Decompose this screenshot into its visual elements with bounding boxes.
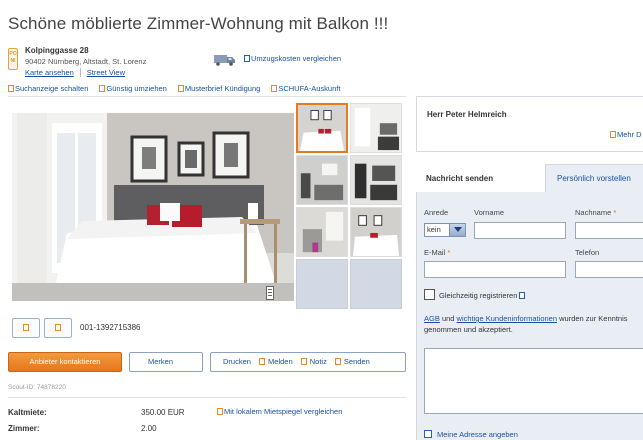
thumbnail[interactable] bbox=[350, 103, 402, 153]
thumbnail[interactable] bbox=[350, 207, 402, 257]
link-icon bbox=[244, 55, 250, 62]
adresse-checkbox[interactable] bbox=[424, 430, 432, 438]
agb-link[interactable]: AGB bbox=[424, 314, 440, 323]
contact-name: Herr Peter Helmreich bbox=[427, 110, 507, 119]
prev-image-button[interactable] bbox=[12, 318, 40, 338]
info-icon[interactable] bbox=[519, 292, 526, 299]
contact-provider-button[interactable]: Anbieter kontaktieren bbox=[8, 352, 122, 372]
link-icon bbox=[99, 85, 106, 92]
merken-button[interactable]: Merken bbox=[129, 352, 203, 372]
kaltmiete-label: Kaltmiete: bbox=[8, 408, 47, 417]
notiz-button[interactable]: Notiz bbox=[300, 353, 327, 371]
link-icon bbox=[8, 85, 14, 92]
truck-icon bbox=[214, 55, 235, 66]
email-input[interactable] bbox=[424, 261, 566, 278]
link-icon bbox=[271, 85, 278, 92]
mehr-link[interactable]: Mehr D bbox=[610, 130, 642, 139]
divider bbox=[8, 96, 406, 97]
register-label: Gleichzeitig registrieren bbox=[439, 291, 526, 300]
kundeninformationen-link[interactable]: wichtige Kundeninformationen bbox=[457, 314, 557, 323]
top-links: Suchanzeige schalten Günstig umziehen Mu… bbox=[8, 84, 340, 93]
agb-text: AGB und wichtige Kundeninformationen wur… bbox=[424, 314, 628, 334]
zimmer-label: Zimmer: bbox=[8, 424, 40, 433]
thumbnail-placeholder bbox=[350, 259, 402, 309]
telefon-label: Telefon bbox=[575, 248, 600, 257]
mietspiegel-link[interactable]: Mit lokalem Mietspiegel vergleichen bbox=[217, 407, 342, 416]
scout-id: Scout-ID: 74878220 bbox=[8, 384, 66, 391]
listing-number: 001-1392715386 bbox=[80, 323, 141, 332]
contact-panel bbox=[416, 96, 643, 152]
adresse-label[interactable]: Meine Adresse angeben bbox=[437, 430, 518, 439]
location-pin-icon: PO NI bbox=[8, 48, 18, 70]
drucken-button[interactable]: Drucken bbox=[223, 353, 251, 371]
flag-icon bbox=[258, 358, 265, 365]
address-city: 90402 Nürnberg, Altstadt, St. Lorenz bbox=[25, 57, 147, 66]
expand-icon[interactable] bbox=[266, 286, 274, 300]
anrede-select[interactable]: kein bbox=[424, 223, 466, 237]
address-links: Karte ansehen Street View bbox=[25, 68, 125, 77]
note-icon bbox=[300, 358, 307, 365]
nachname-label: Nachname * bbox=[575, 208, 617, 217]
vorname-label: Vorname bbox=[474, 208, 505, 217]
tab-nachricht-senden[interactable]: Nachricht senden bbox=[416, 164, 546, 192]
musterbrief-link[interactable]: Musterbrief Kündigung bbox=[177, 84, 260, 93]
page-title: Schöne möblierte Zimmer-Wohnung mit Balk… bbox=[8, 14, 389, 33]
link-icon bbox=[217, 408, 223, 415]
thumbnail[interactable] bbox=[296, 155, 348, 205]
kaltmiete-value: 350.00 EUR bbox=[141, 408, 185, 417]
schufa-link[interactable]: SCHUFA-Auskunft bbox=[271, 84, 340, 93]
thumbnail[interactable] bbox=[296, 103, 348, 153]
thumbnail[interactable] bbox=[296, 207, 348, 257]
link-icon bbox=[177, 85, 184, 92]
street-view-link[interactable]: Street View bbox=[87, 68, 125, 77]
main-photo[interactable] bbox=[12, 113, 294, 301]
umzugskosten-link[interactable]: Umzugskosten vergleichen bbox=[244, 54, 341, 63]
next-icon bbox=[55, 324, 61, 331]
map-link[interactable]: Karte ansehen bbox=[25, 68, 74, 77]
next-image-button[interactable] bbox=[44, 318, 72, 338]
telefon-input[interactable] bbox=[575, 261, 643, 278]
thumbnail-grid bbox=[296, 103, 404, 309]
suchanzeige-link[interactable]: Suchanzeige schalten bbox=[8, 84, 88, 93]
link-divider bbox=[79, 68, 81, 77]
thumbnail-placeholder bbox=[296, 259, 348, 309]
link-icon bbox=[610, 131, 616, 138]
address-street: Kolpinggasse 28 bbox=[25, 46, 89, 55]
action-bar: Drucken Melden Notiz Senden bbox=[210, 352, 406, 372]
email-label: E-Mail * bbox=[424, 248, 451, 257]
umziehen-link[interactable]: Günstig umziehen bbox=[99, 84, 167, 93]
message-textarea[interactable] bbox=[424, 348, 643, 414]
tab-persoenlich-vorstellen[interactable]: Persönlich vorstellen bbox=[557, 174, 631, 183]
melden-button[interactable]: Melden bbox=[258, 353, 293, 371]
zimmer-value: 2.00 bbox=[141, 424, 157, 433]
mail-icon bbox=[334, 358, 341, 365]
vorname-input[interactable] bbox=[474, 222, 566, 239]
divider bbox=[8, 397, 406, 398]
register-checkbox[interactable] bbox=[424, 289, 435, 300]
senden-button[interactable]: Senden bbox=[334, 353, 370, 371]
anrede-label: Anrede bbox=[424, 208, 449, 217]
thumbnail[interactable] bbox=[350, 155, 402, 205]
chevron-down-icon bbox=[449, 224, 465, 236]
nachname-input[interactable] bbox=[575, 222, 643, 239]
prev-icon bbox=[23, 324, 29, 331]
